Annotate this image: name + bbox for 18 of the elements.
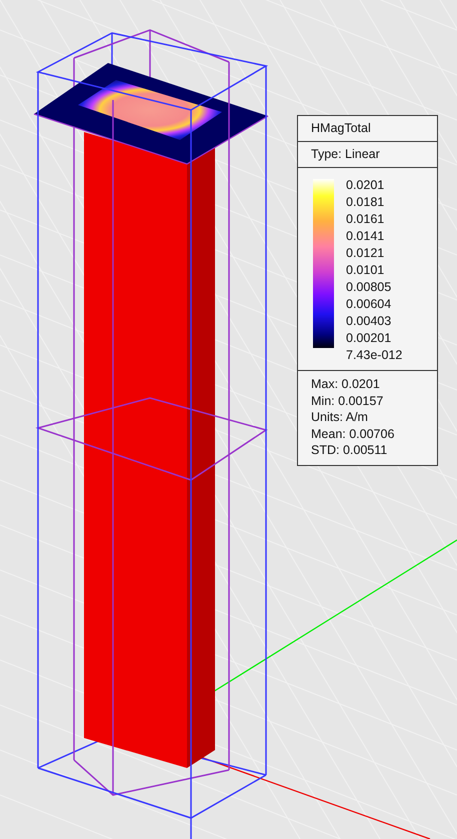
- scale-label: 0.00403: [346, 313, 392, 330]
- scale-label: 0.0181: [346, 194, 384, 211]
- legend-title: HMagTotal: [311, 120, 371, 137]
- stat-line: Units: A/m: [311, 409, 368, 426]
- scale-label: 0.0121: [346, 245, 384, 262]
- stat-line: STD: 0.00511: [311, 442, 388, 458]
- scale-label: 0.00201: [346, 330, 392, 347]
- scale-label: 7.43e-012: [346, 347, 402, 364]
- stat-line: Mean: 0.00706: [311, 426, 394, 442]
- scale-label: 0.0201: [346, 177, 384, 194]
- scale-type: Type: Linear: [311, 146, 380, 163]
- stat-line: Min: 0.00157: [311, 392, 384, 409]
- scale-label: 0.00604: [346, 296, 392, 313]
- scale-label: 0.00805: [346, 279, 392, 296]
- scale-label: 0.0161: [346, 211, 384, 228]
- scale-label: 0.0101: [346, 262, 384, 279]
- stat-line: Max: 0.0201: [311, 376, 380, 392]
- scale-label: 0.0141: [346, 228, 384, 245]
